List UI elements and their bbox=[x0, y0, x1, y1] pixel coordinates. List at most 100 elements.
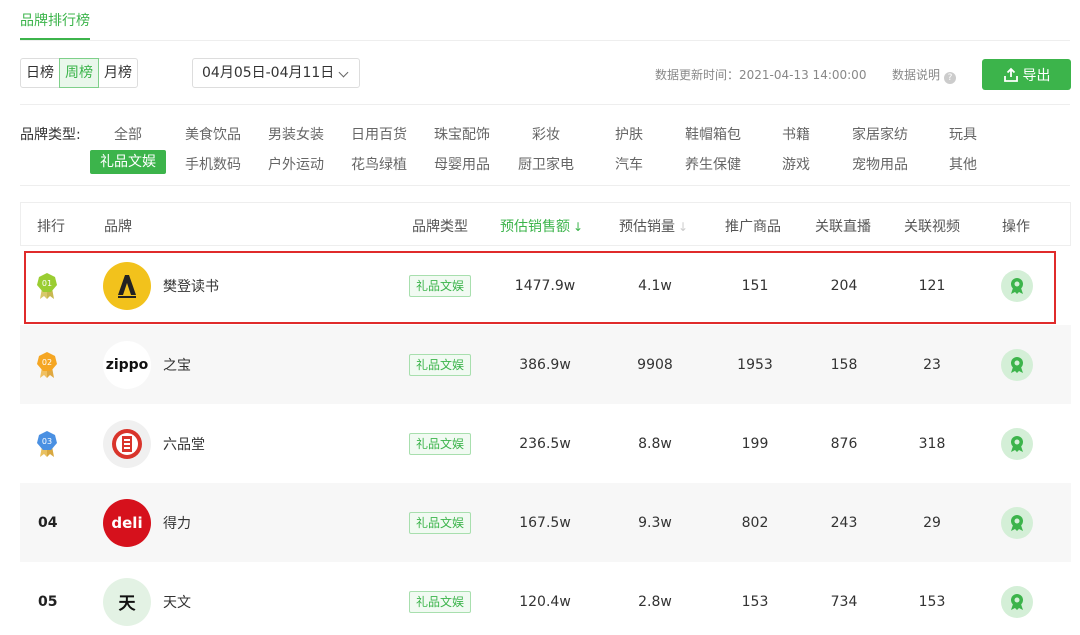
header-sales-volume[interactable]: 预估销量 ↓ bbox=[619, 216, 688, 236]
header-sales-amount[interactable]: 预估销售额 ↓ bbox=[500, 216, 583, 236]
badge-icon bbox=[1011, 435, 1023, 452]
category-gifts[interactable]: 礼品文娱 bbox=[90, 150, 166, 174]
rank-medal-cell: 01 bbox=[36, 246, 58, 325]
medal-bronze-icon: 03 bbox=[37, 430, 57, 457]
data-description-label: 数据说明 bbox=[892, 68, 941, 82]
sales-volume: 9908 bbox=[637, 356, 673, 373]
category-health[interactable]: 养生保健 bbox=[685, 154, 741, 174]
badge-icon bbox=[1011, 356, 1023, 373]
category-skincare[interactable]: 护肤 bbox=[615, 124, 643, 144]
logo-text: zippo bbox=[105, 356, 149, 373]
type-tag: 礼品文娱 bbox=[409, 511, 472, 534]
rank-cell: 05 bbox=[38, 562, 57, 635]
category-jewelry[interactable]: 珠宝配饰 bbox=[434, 124, 490, 144]
category-baby[interactable]: 母婴用品 bbox=[434, 154, 490, 174]
sales-volume: 9.3w bbox=[638, 514, 672, 531]
table-row: 04 deli 得力 礼品文娱 167.5w 9.3w 802 243 29 bbox=[20, 483, 1071, 562]
live-count: 243 bbox=[830, 514, 858, 531]
detail-button[interactable] bbox=[1001, 506, 1033, 539]
brand-name: 樊登读书 bbox=[163, 278, 219, 295]
category-outdoor[interactable]: 户外运动 bbox=[268, 154, 324, 174]
products-count: 153 bbox=[741, 593, 769, 610]
header-videos: 关联视频 bbox=[904, 219, 960, 235]
brand-cell[interactable]: 樊登读书 bbox=[103, 246, 219, 325]
brand-name: 六品堂 bbox=[163, 436, 205, 453]
brand-cell[interactable]: zippo 之宝 bbox=[103, 325, 191, 404]
sort-desc-icon: ↓ bbox=[573, 220, 584, 234]
action-cell bbox=[1001, 483, 1033, 562]
table-header: 排行 品牌 品牌类型 预估销售额 ↓ 预估销量 ↓ 推广商品 关联直播 关联视频 操… bbox=[20, 202, 1071, 246]
sales-amount: 236.5w bbox=[519, 435, 571, 452]
category-food[interactable]: 美食饮品 bbox=[185, 124, 241, 144]
header-sales-volume-label: 预估销量 bbox=[619, 219, 675, 235]
detail-button[interactable] bbox=[1001, 348, 1033, 381]
category-appliances[interactable]: 厨卫家电 bbox=[518, 154, 574, 174]
videos-count: 318 bbox=[918, 435, 946, 452]
period-week-button[interactable]: 周榜 bbox=[59, 58, 99, 88]
data-description-link[interactable]: 数据说明? bbox=[892, 66, 957, 84]
badge-icon bbox=[1011, 277, 1023, 294]
category-bags[interactable]: 鞋帽箱包 bbox=[685, 124, 741, 144]
detail-button[interactable] bbox=[1001, 269, 1033, 302]
date-range-value: 04月05日-04月11日 bbox=[202, 65, 335, 81]
brand-name: 天文 bbox=[163, 594, 191, 611]
category-pets[interactable]: 宠物用品 bbox=[852, 154, 908, 174]
divider bbox=[20, 40, 1070, 41]
table-row: 02 zippo 之宝 礼品文娱 386.9w 9908 1953 158 23 bbox=[20, 325, 1071, 404]
videos-count: 29 bbox=[923, 514, 941, 531]
divider bbox=[20, 104, 1070, 105]
type-cell: 礼品文娱 bbox=[409, 246, 472, 325]
sales-amount: 120.4w bbox=[519, 593, 571, 610]
products-count: 151 bbox=[741, 277, 769, 294]
category-other[interactable]: 其他 bbox=[949, 154, 977, 174]
date-range-select[interactable]: 04月05日-04月11日 bbox=[192, 58, 360, 88]
rank-medal-cell: 03 bbox=[36, 404, 58, 483]
live-count: 158 bbox=[830, 356, 858, 373]
medal-silver-icon: 02 bbox=[37, 351, 57, 378]
header-type: 品牌类型 bbox=[412, 219, 468, 235]
period-month-button[interactable]: 月榜 bbox=[98, 58, 138, 88]
category-auto[interactable]: 汽车 bbox=[615, 154, 643, 174]
detail-button[interactable] bbox=[1001, 585, 1033, 618]
category-books[interactable]: 书籍 bbox=[782, 124, 810, 144]
upload-icon bbox=[1003, 67, 1018, 82]
type-cell: 礼品文娱 bbox=[409, 562, 472, 635]
videos-count: 121 bbox=[918, 277, 946, 294]
rank-number: 01 bbox=[42, 279, 52, 288]
category-all[interactable]: 全部 bbox=[114, 124, 142, 144]
category-games[interactable]: 游戏 bbox=[782, 154, 810, 174]
sales-volume: 4.1w bbox=[638, 277, 672, 294]
type-cell: 礼品文娱 bbox=[409, 325, 472, 404]
medal-gold-icon: 01 bbox=[37, 272, 57, 299]
category-plants[interactable]: 花鸟绿植 bbox=[351, 154, 407, 174]
category-toys[interactable]: 玩具 bbox=[949, 124, 977, 144]
type-cell: 礼品文娱 bbox=[409, 404, 472, 483]
badge-icon bbox=[1011, 514, 1023, 531]
category-daily[interactable]: 日用百货 bbox=[351, 124, 407, 144]
live-count: 876 bbox=[830, 435, 858, 452]
update-time: 数据更新时间：2021-04-13 14:00:00 bbox=[655, 68, 867, 82]
logo-text: 天 bbox=[118, 594, 136, 614]
liupintang-logo-icon bbox=[112, 428, 142, 459]
category-clothing[interactable]: 男装女装 bbox=[268, 124, 324, 144]
period-day-button[interactable]: 日榜 bbox=[20, 58, 60, 88]
header-products: 推广商品 bbox=[725, 219, 781, 235]
export-label: 导出 bbox=[1022, 67, 1051, 84]
videos-count: 23 bbox=[923, 356, 941, 373]
period-toggle: 日榜 周榜 月榜 bbox=[20, 58, 138, 88]
category-makeup[interactable]: 彩妆 bbox=[532, 124, 560, 144]
category-home[interactable]: 家居家纺 bbox=[852, 124, 908, 144]
header-action: 操作 bbox=[1002, 219, 1030, 235]
brand-cell[interactable]: 六品堂 bbox=[103, 404, 205, 483]
category-digital[interactable]: 手机数码 bbox=[185, 154, 241, 174]
category-label: 品牌类型: bbox=[20, 127, 81, 143]
table-row: 03 六品堂 礼品文娱 236.5w 8.8w 199 876 318 bbox=[20, 404, 1071, 483]
logo-text: deli bbox=[111, 513, 143, 532]
brand-name: 之宝 bbox=[163, 357, 191, 374]
brand-cell[interactable]: 天 天文 bbox=[103, 562, 191, 635]
brand-cell[interactable]: deli 得力 bbox=[103, 483, 191, 562]
tab-brand-ranking[interactable]: 品牌排行榜 bbox=[20, 10, 90, 30]
export-button[interactable]: 导出 bbox=[982, 59, 1071, 90]
detail-button[interactable] bbox=[1001, 427, 1033, 460]
chevron-down-icon bbox=[338, 67, 349, 78]
